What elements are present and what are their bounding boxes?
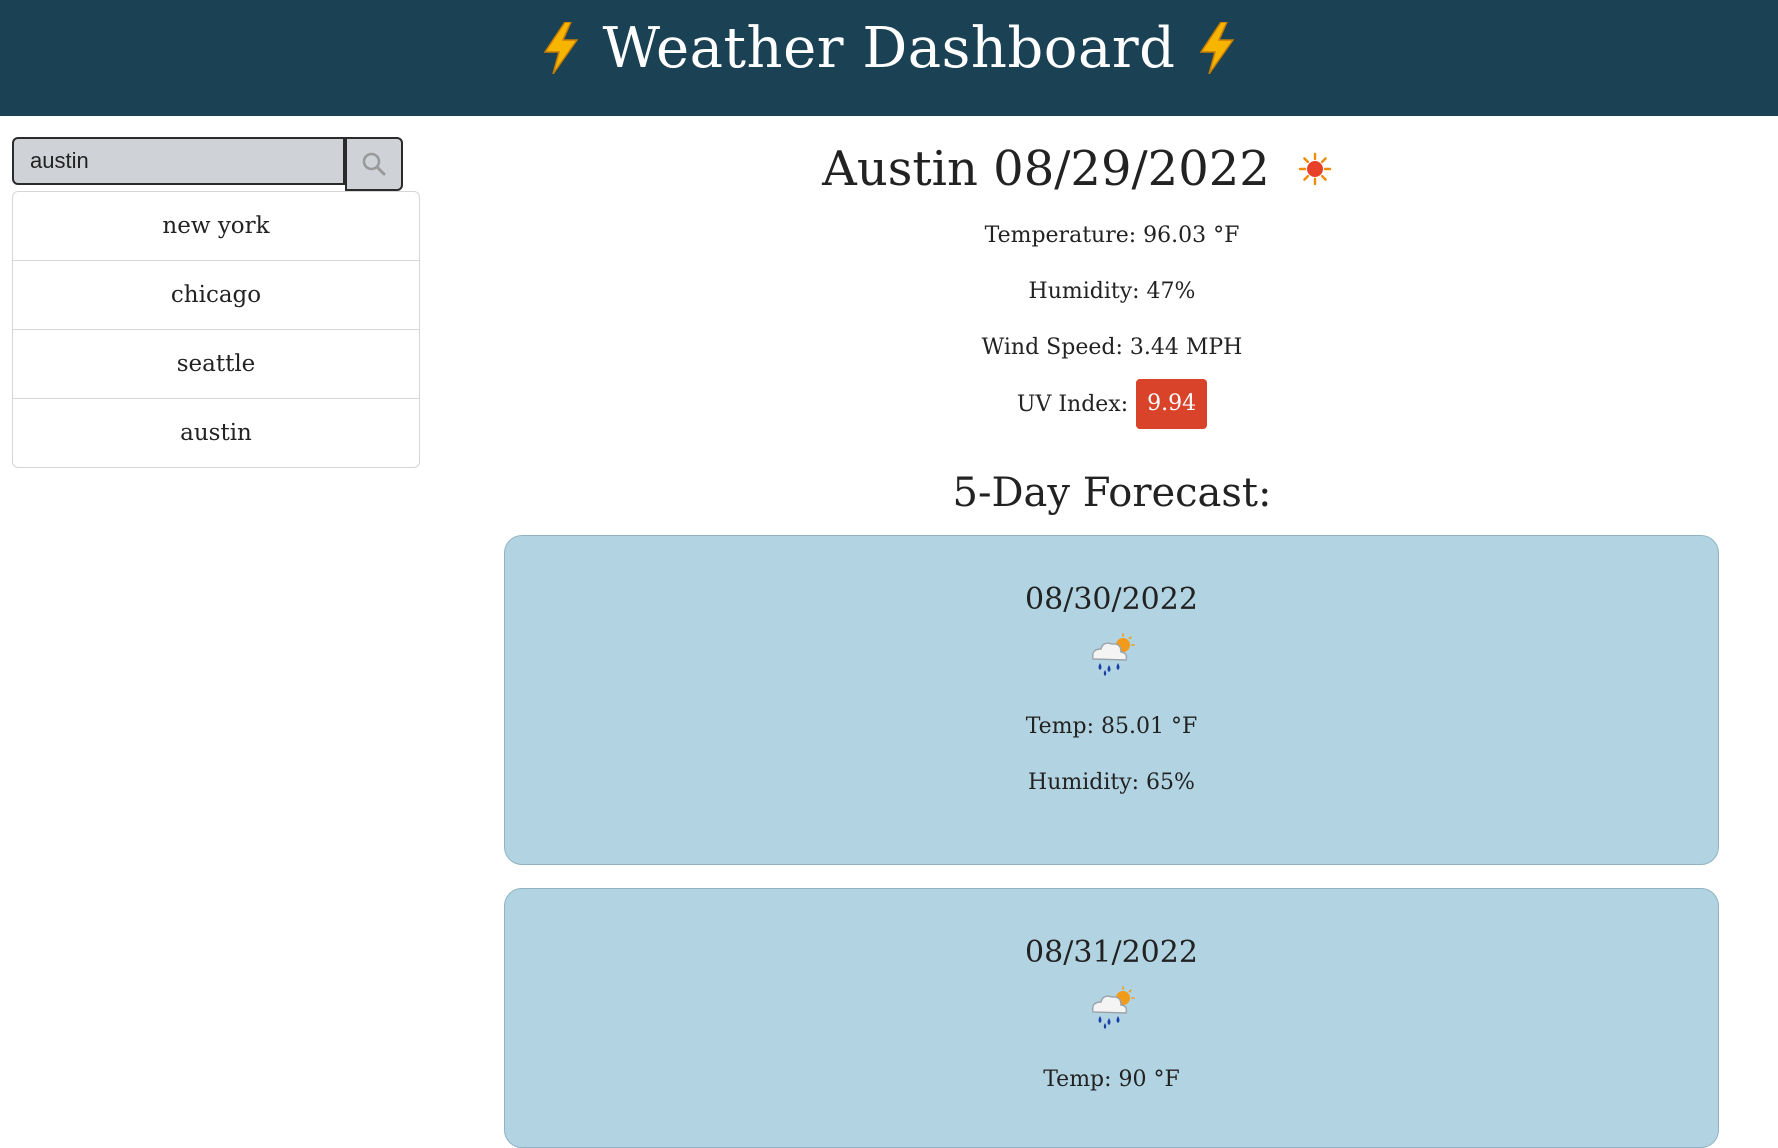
current-heading: Austin 08/29/2022 [504, 136, 1720, 202]
lightning-bolt-icon [543, 22, 578, 74]
current-humidity: Humidity: 47% [1028, 279, 1196, 304]
forecast-humidity: Humidity: 65% [1028, 770, 1195, 795]
current-wind-speed: Wind Speed: 3.44 MPH [981, 335, 1243, 360]
current-temperature: Temperature: 96.03 °F [984, 223, 1240, 248]
search-history-list: new york chicago seattle austin [12, 191, 420, 468]
forecast-title: 5-Day Forecast: [952, 470, 1272, 516]
forecast-temp: Temp: 85.01 °F [1025, 714, 1198, 739]
history-item-chicago[interactable]: chicago [13, 261, 419, 330]
forecast-temp: Temp: 90 °F [1043, 1067, 1180, 1092]
rain-sun-icon [505, 633, 1718, 683]
sun-icon [1298, 152, 1332, 186]
search-input[interactable] [12, 137, 345, 185]
history-item-seattle[interactable]: seattle [13, 330, 419, 399]
search-icon [362, 152, 386, 176]
page-title: Weather Dashboard [602, 15, 1176, 81]
uv-index-label: UV Index: [1016, 391, 1129, 417]
current-weather: Austin 08/29/2022 Temperature: 96.03 °F … [504, 136, 1720, 432]
search-form [12, 137, 403, 191]
uv-index-badge: 9.94 [1136, 379, 1208, 429]
header-inner: Weather Dashboard [541, 16, 1238, 81]
forecast-card: 08/31/2022 Temp: 90 °F [504, 888, 1719, 1148]
lightning-bolt-icon [1200, 22, 1235, 74]
forecast-date: 08/30/2022 [1025, 582, 1198, 617]
forecast-card: 08/30/2022 Temp: 85.01 °F Humidity: 65% [504, 535, 1719, 865]
uv-index-row: UV Index: 9.94 [504, 376, 1720, 432]
page-header: Weather Dashboard [0, 0, 1778, 116]
search-button[interactable] [345, 137, 403, 191]
history-item-austin[interactable]: austin [13, 399, 419, 467]
history-item-new-york[interactable]: new york [13, 192, 419, 261]
rain-sun-icon [505, 986, 1718, 1036]
city-title: Austin 08/29/2022 [822, 141, 1270, 197]
forecast-date: 08/31/2022 [1025, 935, 1198, 970]
